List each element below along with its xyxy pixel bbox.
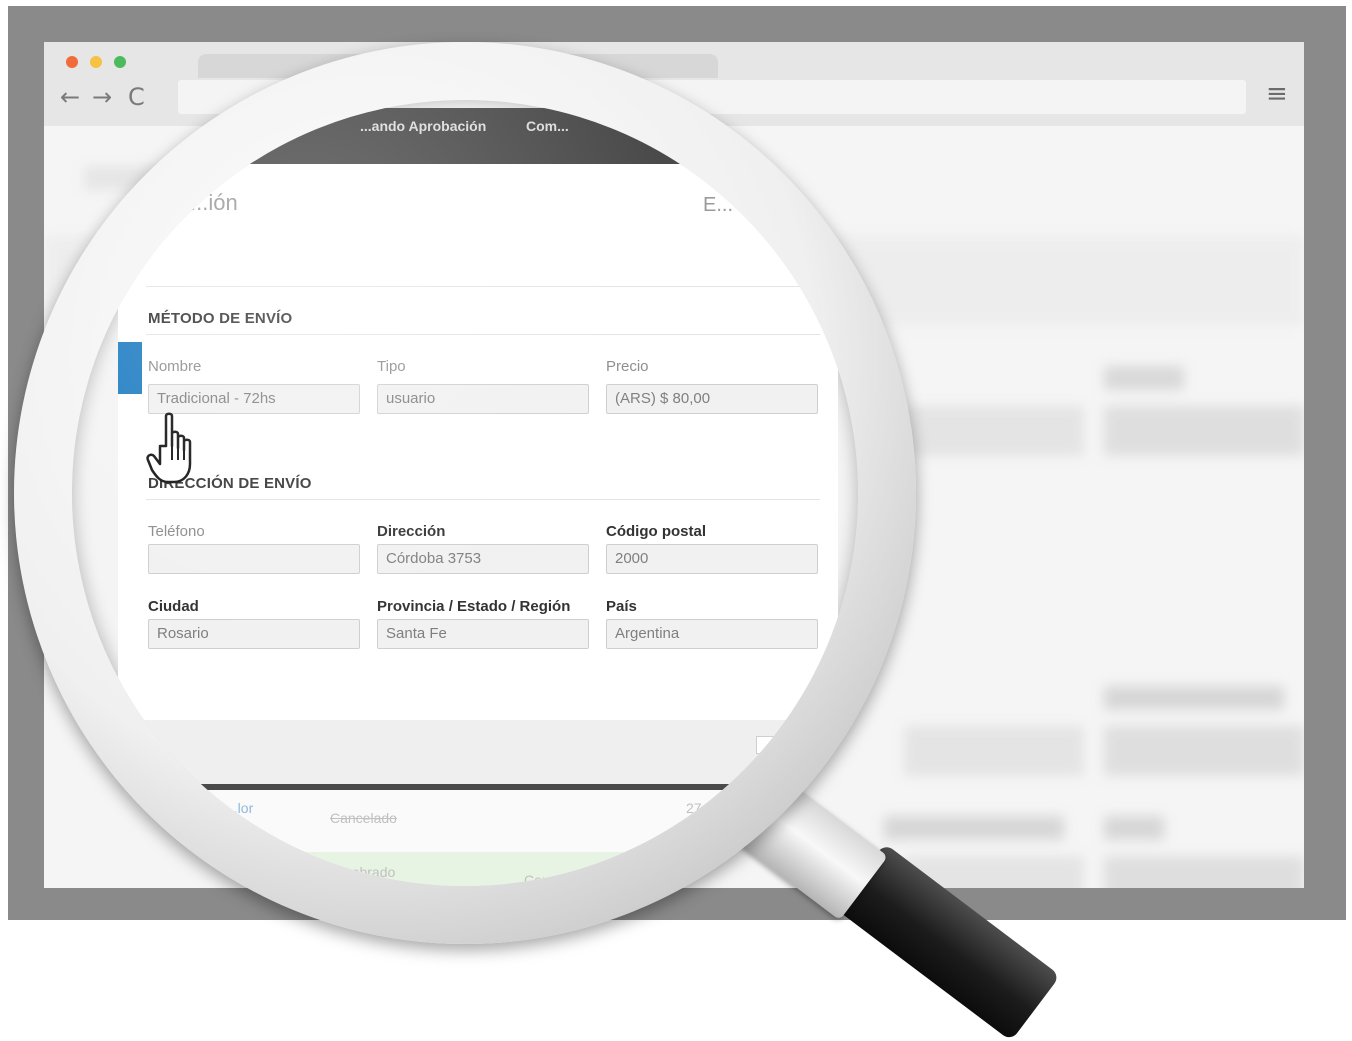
top-bar-item[interactable]: Com... — [526, 118, 569, 134]
shipping-method-title: MÉTODO DE ENVÍO — [148, 310, 293, 327]
app-top-bar — [190, 108, 750, 164]
type-field[interactable]: usuario — [377, 384, 589, 414]
hamburger-menu-icon[interactable]: ≡ — [1266, 81, 1288, 107]
name-label: Nombre — [148, 358, 202, 375]
divider — [146, 334, 820, 335]
postal-code-label: Código postal — [606, 523, 706, 540]
panel-heading: ...ión — [190, 190, 238, 215]
address-label: Dirección — [377, 523, 446, 540]
date-text: 27... — [686, 800, 714, 816]
name-field[interactable]: Tradicional - 72hs — [148, 384, 360, 414]
type-label: Tipo — [377, 358, 406, 375]
phone-label: Teléfono — [148, 523, 205, 540]
price-label: Precio — [606, 358, 649, 375]
status-text: Cancelado — [330, 810, 397, 826]
checkbox[interactable] — [756, 736, 774, 754]
side-tab-indicator[interactable] — [118, 342, 142, 394]
status-row-text: ...obrado — [340, 864, 396, 880]
phone-field[interactable] — [148, 544, 360, 574]
magnifier-lens: ...ando Aprobación Com... ...ión E... MÉ… — [72, 100, 858, 886]
top-bar-item[interactable]: ...ando Aprobación — [360, 118, 486, 134]
country-field[interactable]: Argentina — [606, 619, 818, 649]
panel-heading-right: E... — [703, 194, 734, 216]
province-field[interactable]: Santa Fe — [377, 619, 589, 649]
city-label: Ciudad — [148, 598, 199, 615]
province-label: Provincia / Estado / Región — [377, 598, 571, 615]
hand-pointer-cursor-icon — [146, 412, 192, 484]
maximize-window-dot[interactable] — [114, 56, 126, 68]
close-window-dot[interactable] — [66, 56, 78, 68]
status-row-right-text: Con... — [524, 872, 562, 886]
country-label: País — [606, 598, 637, 615]
address-field[interactable]: Córdoba 3753 — [377, 544, 589, 574]
postal-code-field[interactable]: 2000 — [606, 544, 818, 574]
minimize-window-dot[interactable] — [90, 56, 102, 68]
lower-link[interactable]: ...lor — [226, 800, 253, 816]
city-field[interactable]: Rosario — [148, 619, 360, 649]
panel-footer — [118, 720, 838, 786]
price-field[interactable]: (ARS) $ 80,00 — [606, 384, 818, 414]
divider — [146, 286, 826, 287]
divider — [146, 499, 820, 500]
